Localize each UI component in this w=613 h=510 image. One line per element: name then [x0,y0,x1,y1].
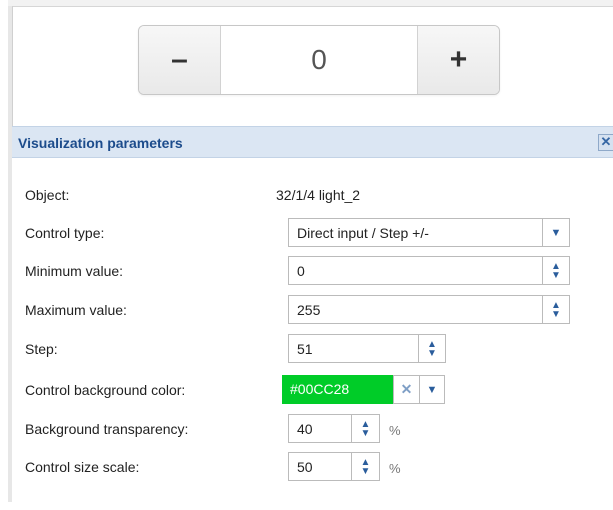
control-type-value: Direct input / Step +/- [297,224,429,241]
window-frame-top [8,0,613,7]
stepper-value[interactable]: 0 [221,26,417,94]
spin-arrows-icon[interactable]: ▲ ▼ [542,257,569,284]
spin-arrows-icon[interactable]: ▲ ▼ [351,415,379,442]
spin-arrows-icon[interactable]: ▲ ▼ [351,453,379,480]
minimum-value-input[interactable]: 0 ▲ ▼ [288,256,570,285]
maximum-value-text: 255 [297,301,321,318]
stepper-preview: – 0 + [138,25,500,95]
object-label: Object: [25,187,70,203]
decrement-button[interactable]: – [139,26,221,94]
background-transparency-label: Background transparency: [25,421,189,437]
spin-arrows-icon[interactable]: ▲ ▼ [418,335,445,362]
maximum-value-input[interactable]: 255 ▲ ▼ [288,295,570,324]
panel-header: Visualization parameters ✕ [12,126,613,158]
chevron-down-icon[interactable]: ▼ [420,375,445,404]
control-type-select[interactable]: Direct input / Step +/- ▼ [288,218,570,247]
clear-x-icon[interactable]: ✕ [393,375,420,404]
size-scale-input[interactable]: 50 ▲ ▼ [288,452,380,481]
background-transparency-text: 40 [297,420,313,437]
chevron-down-icon[interactable]: ▼ [542,219,569,246]
step-label: Step: [25,341,58,357]
size-scale-text: 50 [297,458,313,475]
object-value: 32/1/4 light_2 [276,187,361,203]
minimum-value-text: 0 [297,262,305,279]
control-type-label: Control type: [25,225,105,241]
size-scale-label: Control size scale: [25,459,140,475]
increment-button[interactable]: + [417,26,499,94]
maximum-value-label: Maximum value: [25,302,127,318]
panel-title: Visualization parameters [18,135,183,151]
background-color-swatch[interactable]: #00CC28 [282,375,393,404]
close-icon[interactable]: ✕ [598,134,613,151]
background-color-label: Control background color: [25,382,186,398]
step-text: 51 [297,340,313,357]
spin-arrows-icon[interactable]: ▲ ▼ [542,296,569,323]
minimum-value-label: Minimum value: [25,263,124,279]
step-input[interactable]: 51 ▲ ▼ [288,334,446,363]
background-transparency-input[interactable]: 40 ▲ ▼ [288,414,380,443]
percent-unit: % [389,461,401,476]
percent-unit: % [389,423,401,438]
